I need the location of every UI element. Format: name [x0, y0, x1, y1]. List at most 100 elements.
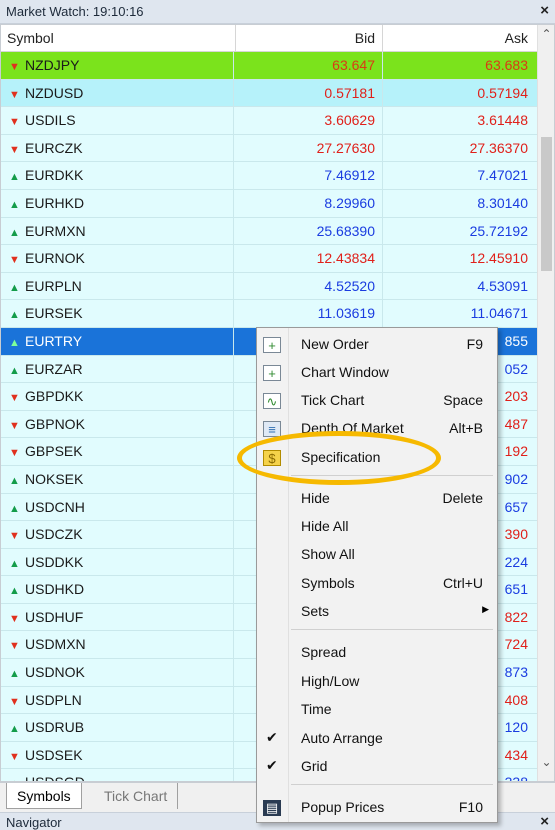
symbol-name: USDHUF [25, 608, 84, 625]
scroll-up-icon[interactable]: ⌃ [538, 27, 554, 51]
table-row[interactable]: ▼ EURCZK 27.27630 27.36370 [1, 134, 538, 163]
ask-value: 724 [504, 636, 528, 653]
ask-value: 052 [504, 360, 528, 377]
navigator-close-icon[interactable]: × [540, 813, 549, 830]
arrow-up-icon: ▲ [9, 226, 20, 239]
ask-cell: 63.683 [382, 52, 538, 79]
tab-symbols[interactable]: Symbols [6, 783, 82, 809]
scroll-down-icon[interactable]: ⌄ [538, 755, 554, 779]
symbol-cell: ▲ EURMXN [9, 218, 233, 245]
table-row[interactable]: ▼ NZDUSD 0.57181 0.57194 [1, 79, 538, 108]
table-row[interactable]: ▼ USDILS 3.60629 3.61448 [1, 107, 538, 135]
menu-item-spread[interactable]: Spread [257, 639, 497, 667]
bid-value: 25.68390 [316, 222, 375, 239]
symbol-cell: ▲ USDRUB [9, 714, 233, 741]
symbol-cell: ▼ NZDUSD [9, 80, 233, 107]
menu-item-label: Show All [301, 546, 355, 562]
column-header-bid[interactable]: Bid [235, 25, 381, 52]
column-header-ask[interactable]: Ask [382, 25, 538, 52]
symbol-name: USDRUB [25, 719, 85, 736]
bid-value: 63.647 [332, 57, 375, 73]
symbol-cell: ▼ EURNOK [9, 245, 233, 272]
symbol-name: NOKSEK [25, 470, 84, 487]
arrow-up-icon: ▲ [9, 557, 20, 570]
menu-item-time[interactable]: Time [257, 696, 497, 724]
ask-cell: 7.47021 [382, 162, 538, 190]
symbol-name: EURSEK [25, 305, 83, 322]
bid-value: 3.60629 [324, 112, 375, 129]
menu-item-chart-window[interactable]: + Chart Window [257, 359, 497, 387]
symbol-cell: ▲ USDCNH [9, 494, 233, 521]
bid-cell: 4.52520 [233, 272, 381, 300]
ask-value: 11.04671 [470, 305, 528, 322]
window-title: Market Watch: 19:10:16 [6, 4, 144, 19]
ask-value: 192 [504, 443, 528, 460]
bid-value: 8.29960 [324, 194, 375, 211]
menu-item-auto-arrange[interactable]: ✔ Auto Arrange [257, 725, 497, 753]
vertical-scrollbar[interactable]: ⌃ ⌄ [537, 25, 554, 781]
menu-item-depth-of-market[interactable]: ≡ Depth Of Market Alt+B [257, 415, 497, 443]
symbol-cell: ▲ EURPLN [9, 273, 233, 300]
column-header-symbol[interactable]: Symbol [7, 25, 54, 52]
menu-item-specification[interactable]: $ Specification [257, 444, 497, 472]
symbol-name: GBPSEK [25, 443, 83, 460]
bid-cell: 11.03619 [233, 300, 381, 328]
arrow-down-icon: ▼ [9, 695, 20, 708]
menu-item-popup-prices[interactable]: ▤ Popup Prices F10 [257, 794, 497, 822]
menu-item-label: High/Low [301, 673, 360, 689]
menu-item-shortcut: Ctrl+U [442, 575, 483, 591]
tab-tick-chart[interactable]: Tick Chart [94, 783, 179, 809]
menu-item-shortcut: F10 [458, 799, 483, 815]
menu-item-shortcut: Space [443, 392, 483, 408]
symbol-cell: ▲ USDNOK [9, 659, 233, 686]
arrow-up-icon: ▲ [9, 502, 20, 515]
symbol-cell: ▼ GBPNOK [9, 411, 233, 438]
table-row[interactable]: ▲ EURDKK 7.46912 7.47021 [1, 162, 538, 190]
symbol-cell: ▼ GBPDKK [9, 383, 233, 410]
menu-item-hide-all[interactable]: Hide All [257, 513, 497, 541]
symbol-name: EURHKD [25, 194, 85, 211]
arrow-up-icon: ▲ [9, 771, 21, 781]
close-icon[interactable]: × [540, 2, 549, 19]
menu-item-tick-chart[interactable]: ∿ Tick Chart Space [257, 387, 497, 415]
menu-item-label: Auto Arrange [301, 730, 383, 746]
scroll-thumb[interactable] [541, 137, 552, 271]
symbol-name: USDCNH [25, 498, 85, 515]
menu-item-high-low[interactable]: High/Low [257, 668, 497, 696]
ask-value: 434 [504, 746, 528, 763]
menu-item-symbols[interactable]: Symbols Ctrl+U [257, 570, 497, 598]
ask-cell: 4.53091 [382, 272, 538, 300]
arrow-down-icon: ▼ [9, 116, 20, 129]
table-row[interactable]: ▼ EURNOK 12.43834 12.45910 [1, 245, 538, 273]
table-row[interactable]: ▲ EURHKD 8.29960 8.30140 [1, 189, 538, 218]
symbol-name: NZDUSD [25, 84, 84, 101]
menu-item-show-all[interactable]: Show All [257, 541, 497, 569]
symbol-cell: ▲ USDDKK [9, 549, 233, 576]
arrow-down-icon: ▼ [9, 447, 20, 460]
symbol-cell: ▼ NZDJPY [9, 52, 233, 79]
menu-item-grid[interactable]: ✔ Grid [257, 753, 497, 781]
menu-item-new-order[interactable]: + New Order F9 [257, 331, 497, 359]
checkmark-icon: ✔ [266, 757, 278, 773]
table-row[interactable]: ▲ EURMXN 25.68390 25.72192 [1, 217, 538, 246]
menu-item-label: Chart Window [301, 364, 389, 380]
arrow-down-icon: ▼ [9, 530, 20, 543]
menu-item-hide[interactable]: Hide Delete [257, 485, 497, 513]
menu-item-sets[interactable]: Sets ▶ [257, 598, 497, 626]
ask-cell: 25.72192 [382, 217, 538, 245]
menu-item-label: Depth Of Market [301, 420, 404, 436]
symbol-name: EURNOK [25, 250, 85, 267]
ask-value: 657 [504, 498, 528, 515]
symbol-cell: ▲ EURZAR [9, 356, 233, 383]
chart-window-icon: + [263, 365, 281, 381]
table-row[interactable]: ▲ EURPLN 4.52520 4.53091 [1, 272, 538, 301]
table-row[interactable]: ▼ NZDJPY 63.647 63.683 [1, 52, 538, 80]
arrow-down-icon: ▼ [9, 392, 20, 405]
symbol-name: EURTRY [25, 332, 83, 349]
table-row[interactable]: ▲ EURSEK 11.03619 11.04671 [1, 300, 538, 328]
symbol-cell: ▲ EURDKK [9, 162, 233, 189]
menu-item-label: Hide [301, 490, 330, 506]
arrow-down-icon: ▼ [9, 61, 20, 73]
bid-cell: 27.27630 [233, 134, 381, 162]
menu-item-label: New Order [301, 336, 369, 352]
